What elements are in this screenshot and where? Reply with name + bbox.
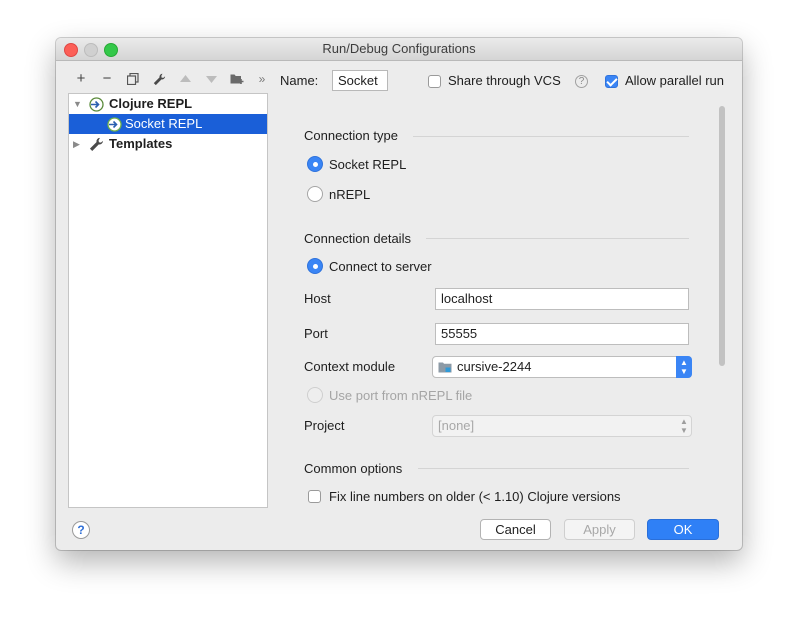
project-label: Project (304, 418, 345, 433)
up-down-chevron-icon: ▲ ▼ (680, 417, 688, 435)
tree-item-socket-repl[interactable]: Socket REPL (69, 114, 267, 134)
clojure-repl-icon (107, 117, 122, 132)
use-port-from-nrepl-label: Use port from nREPL file (329, 388, 473, 403)
title-bar: Run/Debug Configurations (56, 38, 742, 61)
share-vcs-checkbox[interactable] (428, 75, 441, 88)
triangle-down-icon (205, 76, 217, 83)
connection-type-heading: Connection type (304, 128, 398, 143)
host-input[interactable]: localhost (435, 288, 689, 310)
nrepl-label: nREPL (329, 187, 371, 202)
copy-configuration-button[interactable] (123, 68, 143, 90)
socket-repl-radio[interactable] (307, 156, 323, 172)
allow-parallel-run-label: Allow parallel run (625, 73, 724, 88)
host-label: Host (304, 291, 331, 306)
allow-parallel-run-checkbox[interactable] (605, 75, 618, 88)
remove-configuration-button[interactable]: − (97, 68, 117, 90)
connection-details-heading: Connection details (304, 231, 411, 246)
share-vcs-label: Share through VCS (448, 73, 561, 88)
folder-add-icon (230, 74, 244, 84)
name-field[interactable]: Socket (332, 70, 388, 91)
project-value: [none] (438, 418, 475, 433)
port-input[interactable]: 55555 (435, 323, 689, 345)
add-configuration-button[interactable]: + (71, 68, 91, 90)
move-down-button[interactable] (201, 68, 221, 90)
help-button[interactable]: ? (72, 521, 90, 539)
tree-item-label: Socket REPL (125, 116, 203, 131)
nrepl-radio[interactable] (307, 186, 323, 202)
use-port-from-nrepl-radio[interactable] (307, 387, 323, 403)
name-label: Name: (280, 73, 319, 88)
tree-item-clojure-repl[interactable]: ▼ Clojure REPL (69, 94, 267, 114)
expanded-triangle-icon[interactable]: ▼ (73, 94, 83, 114)
double-chevron-right-icon: » (258, 72, 266, 86)
wrench-icon (89, 137, 103, 151)
apply-button[interactable]: Apply (564, 519, 635, 540)
context-module-value: cursive-2244 (457, 359, 532, 374)
cancel-button[interactable]: Cancel (480, 519, 551, 540)
port-label: Port (304, 326, 328, 341)
section-divider (413, 136, 689, 137)
wrench-icon (153, 73, 165, 86)
run-debug-configurations-dialog: Run/Debug Configurations + − » ▼ Clojure… (56, 38, 742, 550)
configurations-toolbar: + − » (68, 68, 268, 90)
minus-icon: − (102, 70, 112, 87)
project-select[interactable]: [none] ▲ ▼ (432, 415, 692, 437)
common-options-heading: Common options (304, 461, 403, 476)
up-down-chevron-icon: ▲ ▼ (676, 356, 692, 378)
module-folder-icon (438, 362, 452, 373)
connect-to-server-radio[interactable] (307, 258, 323, 274)
new-folder-button[interactable] (227, 68, 247, 90)
ok-button[interactable]: OK (647, 519, 719, 540)
tree-item-label: Clojure REPL (109, 96, 193, 111)
window-title: Run/Debug Configurations (322, 41, 476, 56)
section-divider (418, 468, 689, 469)
collapsed-triangle-icon[interactable]: ▶ (73, 134, 83, 154)
tree-item-templates[interactable]: ▶ Templates (69, 134, 267, 154)
triangle-up-icon (179, 75, 191, 82)
edit-templates-button[interactable] (149, 68, 169, 90)
socket-repl-label: Socket REPL (329, 157, 407, 172)
copy-icon (126, 72, 139, 86)
configurations-tree: ▼ Clojure REPL Socket REPL ▶ Templates (68, 93, 268, 508)
more-actions-button[interactable]: » (252, 68, 272, 90)
clojure-repl-icon (89, 97, 104, 112)
plus-icon: + (76, 70, 86, 87)
context-module-label: Context module (304, 359, 396, 374)
scrollbar-thumb[interactable] (719, 106, 725, 366)
tree-item-label: Templates (109, 136, 173, 151)
fix-line-numbers-label: Fix line numbers on older (< 1.10) Cloju… (329, 489, 621, 504)
connect-to-server-label: Connect to server (329, 259, 432, 274)
move-up-button[interactable] (175, 68, 195, 90)
help-icon[interactable]: ? (575, 75, 588, 88)
fix-line-numbers-checkbox[interactable] (308, 490, 321, 503)
section-divider (426, 238, 689, 239)
context-module-select[interactable]: cursive-2244 ▲ ▼ (432, 356, 692, 378)
